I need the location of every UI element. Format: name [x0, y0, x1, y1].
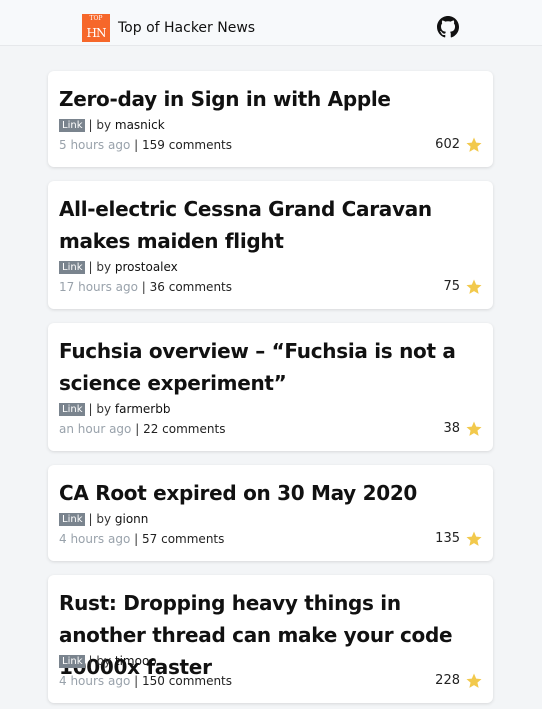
story-comments[interactable]: 22 comments — [143, 422, 225, 436]
star-icon[interactable] — [465, 672, 483, 690]
story-author[interactable]: masnick — [115, 118, 165, 132]
by-text: | by — [88, 260, 112, 274]
github-icon[interactable] — [437, 16, 459, 38]
story-comments[interactable]: 159 comments — [142, 138, 232, 152]
story-time: 4 hours ago — [59, 674, 131, 688]
story-card: All-electric Cessna Grand Caravan makes … — [48, 181, 493, 309]
score-value: 602 — [435, 137, 460, 152]
separator: | — [134, 138, 139, 152]
story-title[interactable]: All-electric Cessna Grand Caravan makes … — [59, 193, 485, 257]
story-meta: Link | by masnick — [59, 117, 165, 133]
by-text: | by — [88, 654, 112, 668]
story-meta: Link | by timooo — [59, 653, 157, 669]
link-badge[interactable]: Link — [59, 261, 86, 274]
score-value: 228 — [435, 673, 460, 688]
story-comments[interactable]: 57 comments — [142, 532, 224, 546]
story-subline: 4 hours ago | 150 comments — [59, 673, 232, 689]
story-meta: Link | by gionn — [59, 511, 148, 527]
story-time: 17 hours ago — [59, 280, 138, 294]
story-score: 228 — [435, 672, 483, 690]
star-icon[interactable] — [465, 420, 483, 438]
story-subline: 5 hours ago | 159 comments — [59, 137, 232, 153]
link-badge[interactable]: Link — [59, 403, 86, 416]
story-card: Fuchsia overview – “Fuchsia is not a sci… — [48, 323, 493, 451]
story-title[interactable]: CA Root expired on 30 May 2020 — [59, 477, 485, 509]
story-card: Rust: Dropping heavy things in another t… — [48, 575, 493, 703]
story-title[interactable]: Fuchsia overview – “Fuchsia is not a sci… — [59, 335, 485, 399]
story-score: 135 — [435, 530, 483, 548]
story-score: 75 — [443, 278, 483, 296]
link-badge[interactable]: Link — [59, 119, 86, 132]
story-subline: 4 hours ago | 57 comments — [59, 531, 224, 547]
story-card: CA Root expired on 30 May 2020 Link | by … — [48, 465, 493, 561]
story-card: Zero-day in Sign in with Apple Link | by … — [48, 71, 493, 167]
by-text: | by — [88, 512, 112, 526]
hacker-news-logo[interactable]: TOP HN — [82, 14, 110, 42]
separator: | — [134, 674, 139, 688]
star-icon[interactable] — [465, 278, 483, 296]
story-title[interactable]: Zero-day in Sign in with Apple — [59, 83, 485, 115]
app-title: Top of Hacker News — [118, 20, 256, 36]
story-time: 5 hours ago — [59, 138, 131, 152]
separator: | — [134, 532, 139, 546]
story-comments[interactable]: 150 comments — [142, 674, 232, 688]
link-badge[interactable]: Link — [59, 513, 86, 526]
story-score: 602 — [435, 136, 483, 154]
link-badge[interactable]: Link — [59, 655, 86, 668]
top-bar: TOP HN Top of Hacker News — [0, 0, 542, 46]
story-subline: 17 hours ago | 36 comments — [59, 279, 232, 295]
star-icon[interactable] — [465, 136, 483, 154]
separator: | — [141, 280, 146, 294]
story-time: 4 hours ago — [59, 532, 131, 546]
story-author[interactable]: prostoalex — [115, 260, 178, 274]
by-text: | by — [88, 402, 112, 416]
story-author[interactable]: farmerbb — [115, 402, 171, 416]
story-meta: Link | by farmerbb — [59, 401, 170, 417]
logo-letters: HN — [86, 26, 107, 40]
score-value: 135 — [435, 531, 460, 546]
story-author[interactable]: timooo — [115, 654, 157, 668]
by-text: | by — [88, 118, 112, 132]
star-icon[interactable] — [465, 530, 483, 548]
story-score: 38 — [443, 420, 483, 438]
story-comments[interactable]: 36 comments — [150, 280, 232, 294]
score-value: 75 — [443, 279, 460, 294]
separator: | — [135, 422, 140, 436]
story-meta: Link | by prostoalex — [59, 259, 178, 275]
story-subline: an hour ago | 22 comments — [59, 421, 225, 437]
score-value: 38 — [443, 421, 460, 436]
story-author[interactable]: gionn — [115, 512, 149, 526]
story-time: an hour ago — [59, 422, 132, 436]
